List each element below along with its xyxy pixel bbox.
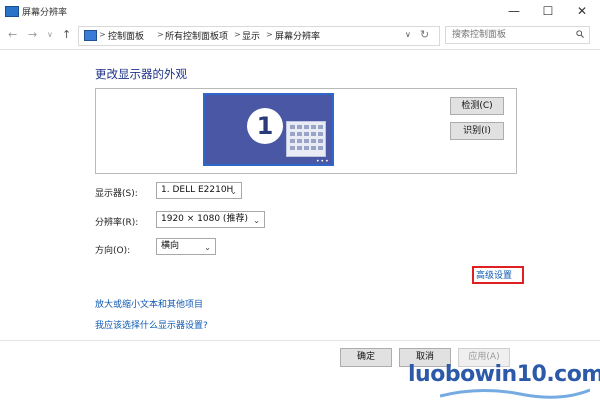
minimize-button[interactable]: — xyxy=(497,0,531,22)
text-size-link[interactable]: 放大或缩小文本和其他项目 xyxy=(95,297,203,310)
display-label: 显示器(S): xyxy=(95,189,138,199)
monitor-number-badge: 1 xyxy=(247,108,283,144)
resolution-label: 分辨率(R): xyxy=(95,218,139,228)
resolution-select[interactable]: 1920 × 1080 (推荐) ⌄ xyxy=(156,211,265,228)
control-panel-icon xyxy=(84,30,97,41)
window-title: 屏幕分辨率 xyxy=(22,8,68,18)
which-settings-link[interactable]: 我应该选择什么显示器设置? xyxy=(95,318,208,331)
resolution-select-value: 1920 × 1080 (推荐) xyxy=(161,214,248,224)
breadcrumb-control-panel[interactable]: 控制面板 xyxy=(108,29,144,42)
chevron-down-icon: ⌄ xyxy=(230,187,237,196)
address-dropdown-icon[interactable]: ∨ xyxy=(405,30,411,39)
refresh-icon[interactable]: ↻ xyxy=(420,28,429,41)
chevron-down-icon: ⌄ xyxy=(253,216,260,225)
forward-arrow-icon[interactable]: → xyxy=(28,28,37,42)
monitor-taskbar-dots: ••• xyxy=(316,158,330,165)
maximize-button[interactable]: ☐ xyxy=(531,0,565,22)
breadcrumb-separator: > xyxy=(99,30,106,39)
breadcrumb-display[interactable]: 显示 xyxy=(242,29,260,42)
detect-button[interactable]: 检测(C) xyxy=(450,97,504,115)
up-arrow-icon[interactable]: ↑ xyxy=(62,28,71,42)
breadcrumb-all-items[interactable]: 所有控制面板项 xyxy=(165,29,228,42)
orientation-label: 方向(O): xyxy=(95,246,131,256)
chevron-down-icon: ⌄ xyxy=(204,243,211,252)
orientation-select-value: 横向 xyxy=(161,241,180,251)
display-select-value: 1. DELL E2210H xyxy=(161,185,234,195)
close-button[interactable]: ✕ xyxy=(565,0,599,22)
back-arrow-icon[interactable]: ← xyxy=(8,28,17,42)
display-app-icon xyxy=(5,6,19,17)
page-title: 更改显示器的外观 xyxy=(95,67,187,81)
search-input[interactable] xyxy=(445,26,590,44)
ok-button[interactable]: 确定 xyxy=(340,348,392,367)
breadcrumb-screen-resolution[interactable]: 屏幕分辨率 xyxy=(275,29,320,42)
monitor-start-tiles-icon xyxy=(286,121,326,157)
breadcrumb-separator: > xyxy=(157,30,164,39)
breadcrumb-separator: > xyxy=(266,30,273,39)
recent-locations-icon[interactable]: ∨ xyxy=(47,28,53,42)
advanced-settings-link[interactable]: 高级设置 xyxy=(476,268,512,281)
footer-divider xyxy=(0,340,600,341)
breadcrumb-separator: > xyxy=(234,30,241,39)
orientation-select[interactable]: 横向 ⌄ xyxy=(156,238,216,255)
watermark-wave-graphic xyxy=(440,388,590,399)
identify-button[interactable]: 识别(I) xyxy=(450,122,504,140)
display-select[interactable]: 1. DELL E2210H ⌄ xyxy=(156,182,242,199)
search-icon[interactable] xyxy=(576,30,584,38)
